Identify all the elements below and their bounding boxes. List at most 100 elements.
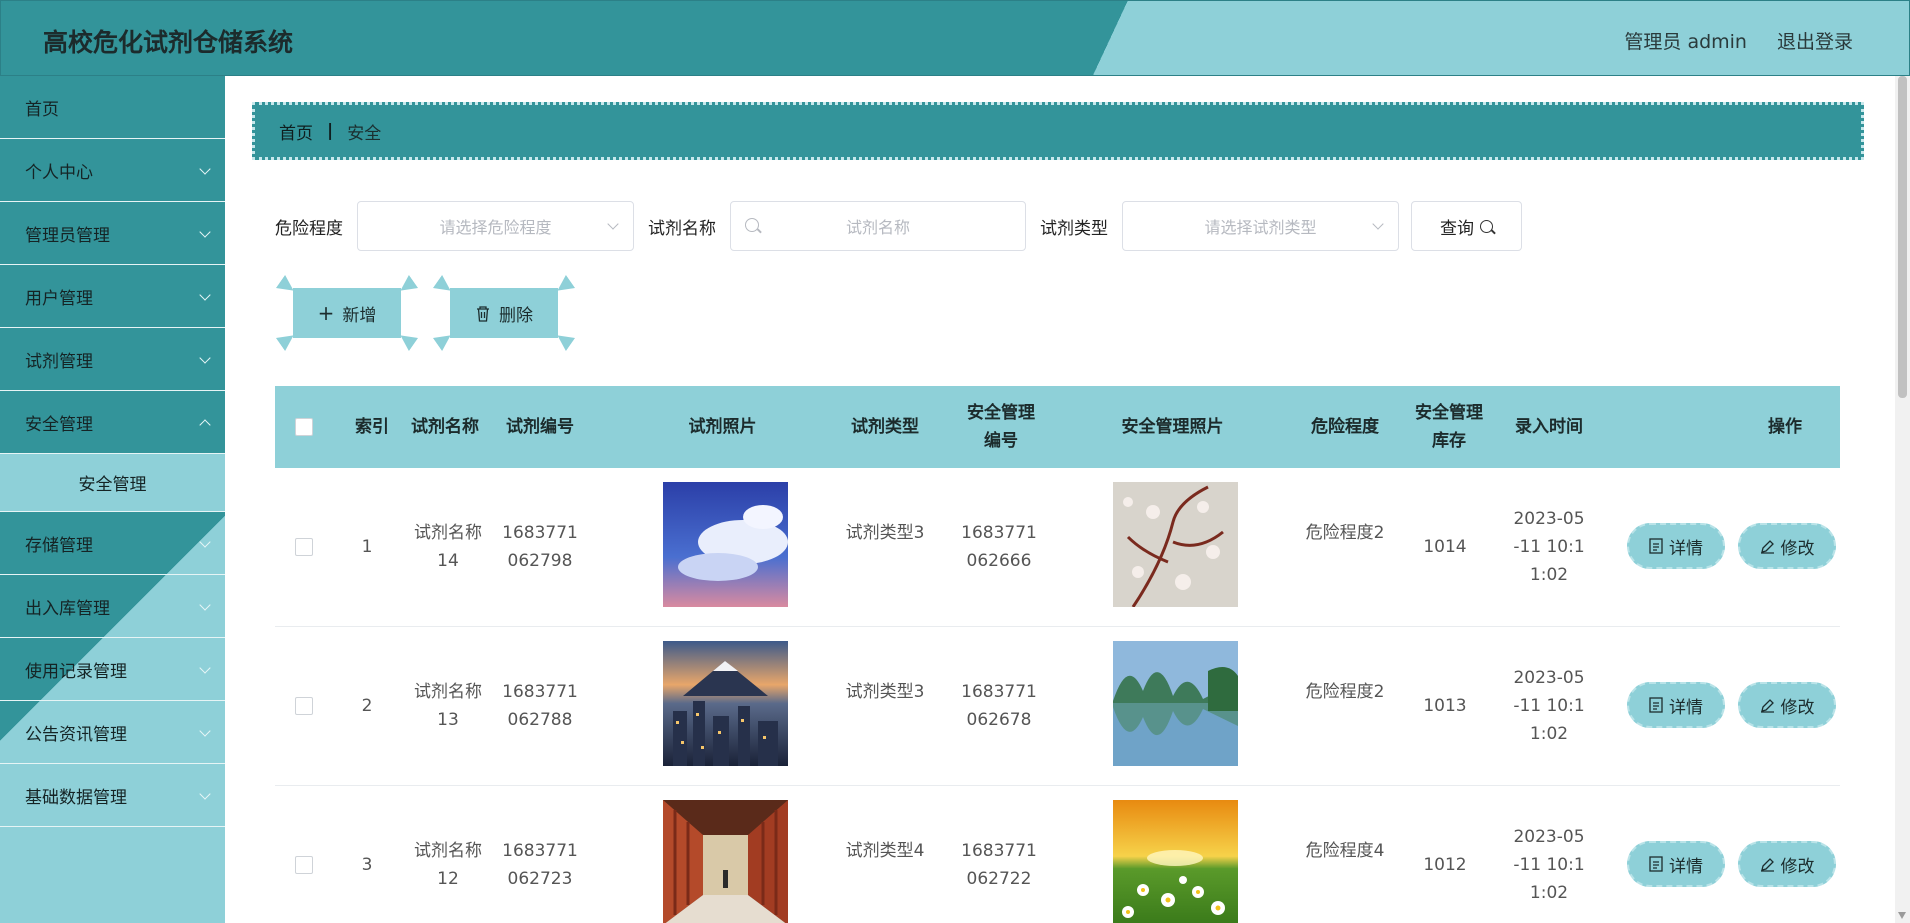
cell-entry-time: 2023-05-11 10:11:02 bbox=[1513, 668, 1585, 744]
main-content: 首页 | 安全 危险程度 请选择危险程度 试剂名称 试剂名称 试剂类型 请选择试… bbox=[225, 76, 1895, 923]
document-icon bbox=[1649, 856, 1663, 872]
select-all-checkbox[interactable] bbox=[295, 418, 313, 436]
sidebar-item-label: 基础数据管理 bbox=[25, 787, 127, 808]
sidebar-item-label: 存储管理 bbox=[25, 535, 93, 556]
document-icon bbox=[1649, 538, 1663, 554]
edit-pen-icon bbox=[1760, 698, 1774, 713]
reagent-name-input[interactable]: 试剂名称 bbox=[730, 201, 1026, 251]
app-title: 高校危化试剂仓储系统 bbox=[43, 28, 294, 57]
chevron-down-icon bbox=[199, 352, 211, 364]
breadcrumb-separator: | bbox=[327, 121, 334, 141]
edit-button-label: 修改 bbox=[1780, 856, 1815, 877]
sidebar-item-home[interactable]: 首页 bbox=[0, 76, 225, 139]
danger-level-placeholder: 请选择危险程度 bbox=[439, 218, 552, 237]
header-safety-stock: 安全管理库存 bbox=[1415, 403, 1483, 451]
edit-button[interactable]: 修改 bbox=[1738, 841, 1836, 887]
add-button-label: 新增 bbox=[342, 305, 377, 326]
sidebar-subitem-safety-management[interactable]: 安全管理 bbox=[0, 454, 225, 512]
cell-safety-stock: 1012 bbox=[1423, 855, 1467, 875]
cell-safety-code: 1683771062666 bbox=[961, 523, 1037, 571]
sidebar-item-label: 安全管理 bbox=[25, 414, 93, 435]
sidebar-item-usage-records[interactable]: 使用记录管理 bbox=[0, 638, 225, 701]
sidebar-item-label: 试剂管理 bbox=[25, 351, 93, 372]
reagent-type-label: 试剂类型 bbox=[1040, 218, 1108, 239]
sidebar-item-label: 公告资讯管理 bbox=[25, 724, 127, 745]
query-button[interactable]: 查询 bbox=[1411, 201, 1522, 251]
decorative-corner bbox=[553, 329, 575, 351]
sidebar-item-inout-management[interactable]: 出入库管理 bbox=[0, 575, 225, 638]
detail-button[interactable]: 详情 bbox=[1627, 523, 1725, 569]
reagent-photo-city-mountain[interactable] bbox=[663, 641, 788, 766]
header-operations: 操作 bbox=[1768, 417, 1802, 437]
sidebar-item-storage-management[interactable]: 存储管理 bbox=[0, 512, 225, 575]
reagent-name-label: 试剂名称 bbox=[648, 218, 716, 239]
row-checkbox[interactable] bbox=[295, 697, 313, 715]
detail-button-label: 详情 bbox=[1669, 538, 1703, 559]
chevron-down-icon bbox=[607, 218, 619, 230]
chevron-down-icon bbox=[199, 226, 211, 238]
edit-pen-icon bbox=[1760, 857, 1774, 872]
vertical-scrollbar[interactable] bbox=[1895, 76, 1910, 923]
decorative-corner bbox=[433, 329, 455, 351]
logout-button[interactable]: 退出登录 bbox=[1777, 27, 1853, 54]
decorative-corner bbox=[276, 275, 298, 297]
sidebar-item-safety-management[interactable]: 安全管理 bbox=[0, 391, 225, 454]
detail-button[interactable]: 详情 bbox=[1627, 682, 1725, 728]
current-user-label[interactable]: 管理员 admin bbox=[1624, 27, 1747, 54]
table-header-row: 索引 试剂名称 试剂编号 试剂照片 试剂类型 安全管理编号 安全管理照片 危险程… bbox=[275, 386, 1840, 468]
scrollbar-thumb[interactable] bbox=[1898, 76, 1907, 398]
reagent-name-placeholder: 试剂名称 bbox=[845, 218, 910, 237]
sidebar-item-label: 首页 bbox=[25, 99, 59, 120]
danger-level-label: 危险程度 bbox=[275, 218, 343, 239]
sidebar-item-announcements[interactable]: 公告资讯管理 bbox=[0, 701, 225, 764]
sidebar-item-label: 个人中心 bbox=[25, 162, 93, 183]
table-row: 3 试剂名称12 1683771062723 试剂类型4 16837710627… bbox=[275, 786, 1840, 923]
cell-reagent-type: 试剂类型3 bbox=[845, 682, 925, 702]
sidebar-item-admin-management[interactable]: 管理员管理 bbox=[0, 202, 225, 265]
cell-danger-level: 危险程度2 bbox=[1305, 523, 1385, 543]
chevron-down-icon bbox=[199, 788, 211, 800]
sidebar-item-user-management[interactable]: 用户管理 bbox=[0, 265, 225, 328]
detail-button-label: 详情 bbox=[1669, 856, 1703, 877]
delete-button-label: 删除 bbox=[499, 305, 533, 326]
search-icon bbox=[1480, 219, 1493, 233]
chevron-up-icon bbox=[199, 419, 211, 431]
add-button[interactable]: + 新增 bbox=[293, 288, 401, 338]
chevron-down-icon bbox=[199, 599, 211, 611]
sidebar-item-personal-center[interactable]: 个人中心 bbox=[0, 139, 225, 202]
detail-button[interactable]: 详情 bbox=[1627, 841, 1725, 887]
header-reagent-name: 试剂名称 bbox=[411, 417, 479, 437]
sidebar-item-reagent-management[interactable]: 试剂管理 bbox=[0, 328, 225, 391]
breadcrumb-home[interactable]: 首页 bbox=[279, 119, 313, 144]
query-button-label: 查询 bbox=[1440, 218, 1474, 239]
safety-photo-blossom-branch[interactable] bbox=[1113, 482, 1238, 607]
reagent-photo-red-corridor[interactable] bbox=[663, 800, 788, 923]
sidebar-item-basic-data[interactable]: 基础数据管理 bbox=[0, 764, 225, 827]
reagent-type-select[interactable]: 请选择试剂类型 bbox=[1122, 201, 1399, 251]
edit-button[interactable]: 修改 bbox=[1738, 523, 1836, 569]
sidebar-item-label: 出入库管理 bbox=[25, 598, 110, 619]
row-checkbox[interactable] bbox=[295, 538, 313, 556]
cell-reagent-name: 试剂名称14 bbox=[414, 523, 482, 571]
trash-icon bbox=[477, 305, 489, 322]
cell-danger-level: 危险程度4 bbox=[1305, 841, 1385, 861]
cell-reagent-type: 试剂类型3 bbox=[845, 523, 925, 543]
breadcrumb: 首页 | 安全 bbox=[252, 102, 1864, 160]
scroll-down-arrow-icon[interactable] bbox=[1898, 912, 1906, 919]
table-row: 2 试剂名称13 1683771062788 试剂类型3 16837710626… bbox=[275, 627, 1840, 786]
edit-button[interactable]: 修改 bbox=[1738, 682, 1836, 728]
search-filters: 危险程度 请选择危险程度 试剂名称 试剂名称 试剂类型 请选择试剂类型 查询 bbox=[275, 201, 1522, 251]
danger-level-select[interactable]: 请选择危险程度 bbox=[357, 201, 634, 251]
sidebar-item-label: 管理员管理 bbox=[25, 225, 110, 246]
cell-index: 1 bbox=[361, 537, 373, 557]
cell-reagent-type: 试剂类型4 bbox=[845, 841, 925, 861]
safety-photo-daisy-sunset[interactable] bbox=[1113, 800, 1238, 923]
header-entry-time: 录入时间 bbox=[1515, 417, 1583, 437]
chevron-down-icon bbox=[199, 536, 211, 548]
safety-photo-lake-karst[interactable] bbox=[1113, 641, 1238, 766]
reagent-photo-sky-clouds[interactable] bbox=[663, 482, 788, 607]
row-checkbox[interactable] bbox=[295, 856, 313, 874]
decorative-corner bbox=[396, 329, 418, 351]
delete-button[interactable]: 删除 bbox=[450, 288, 558, 338]
header-reagent-photo: 试剂照片 bbox=[688, 417, 757, 437]
